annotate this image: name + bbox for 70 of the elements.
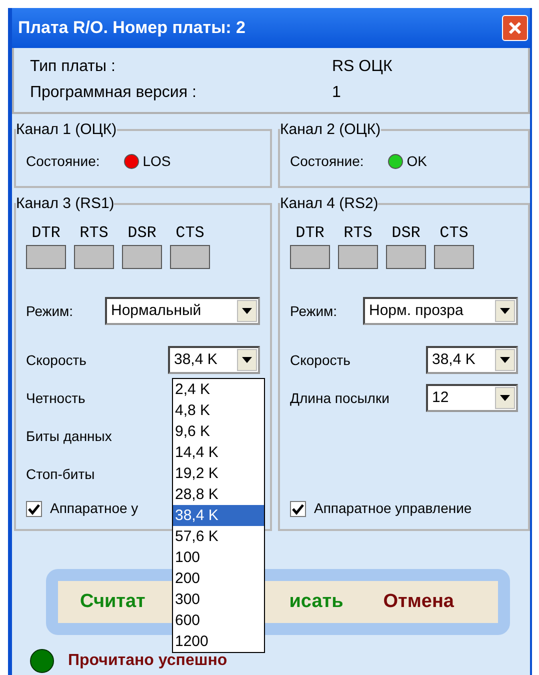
field-label: Скорость: [26, 350, 86, 370]
write-button[interactable]: исать: [289, 588, 344, 616]
caret-icon: [500, 308, 510, 314]
checkbox-label: Аппаратное у: [50, 499, 138, 518]
signal-lamp: [338, 245, 378, 269]
signal-lamp: [170, 245, 210, 269]
dropdown-option[interactable]: 14,4 K: [173, 442, 264, 463]
status-message: Прочитано успешно: [68, 651, 228, 671]
signal-label: DTR: [30, 223, 62, 244]
checkbox[interactable]: [290, 500, 306, 516]
select-field[interactable]: 12: [426, 384, 518, 412]
group-title: Канал 4 (RS2): [280, 196, 378, 211]
info-label: Тип платы :: [30, 57, 116, 77]
select-field[interactable]: 38,4 K: [168, 346, 260, 374]
field-label: Биты данных: [26, 426, 112, 446]
signal-lamp: [26, 245, 66, 269]
dropdown-option[interactable]: 57,6 K: [173, 526, 264, 547]
dropdown-option[interactable]: 100: [173, 547, 264, 568]
dropdown-option[interactable]: 300: [173, 589, 264, 610]
dropdown-option[interactable]: 600: [173, 610, 264, 631]
status-label: Состояние:: [26, 152, 100, 171]
dropdown-option[interactable]: 9,6 K: [173, 421, 264, 442]
info-value: RS ОЦК: [332, 57, 392, 77]
dropdown-option[interactable]: 4,8 K: [173, 400, 264, 421]
cancel-button[interactable]: Отмена: [383, 588, 454, 616]
info-value: 1: [332, 83, 341, 103]
signal-lamp: [434, 245, 474, 269]
read-button[interactable]: Считат: [80, 588, 146, 616]
signal-label: DSR: [390, 223, 422, 244]
signal-label: RTS: [78, 223, 110, 244]
group-title: Канал 2 (ОЦК): [280, 122, 381, 137]
group-title: Канал 3 (RS1): [16, 196, 114, 211]
field-label: Режим:: [290, 302, 338, 320]
field-label: Стоп-биты: [26, 464, 95, 484]
select-field[interactable]: 38,4 K: [426, 346, 518, 374]
window-title: Плата R/O. Номер платы: 2: [18, 17, 246, 40]
signal-lamp: [122, 245, 162, 269]
group-title: Канал 1 (ОЦК): [16, 122, 117, 137]
signal-lamp: [74, 245, 114, 269]
field-label: Четность: [26, 388, 86, 408]
field-label: Длина посылки: [290, 388, 390, 408]
dropdown-option[interactable]: 2,4 K: [173, 379, 264, 400]
dropdown-option[interactable]: 200: [173, 568, 264, 589]
checkbox[interactable]: [26, 500, 42, 516]
signal-label: DSR: [126, 223, 158, 244]
dropdown-option[interactable]: 38,4 K: [173, 505, 264, 526]
status-label: Состояние:: [290, 152, 364, 171]
signal-label: DTR: [294, 223, 326, 244]
info-label: Программная версия :: [30, 83, 198, 103]
signal-label: CTS: [174, 223, 206, 244]
signal-label: CTS: [438, 223, 470, 244]
dropdown-option[interactable]: 1200: [173, 631, 264, 652]
caret-icon: [242, 357, 252, 363]
field-label: Скорость: [290, 350, 350, 370]
select-field[interactable]: Норм. прозра: [363, 297, 518, 325]
caret-icon: [500, 395, 510, 401]
dropdown-option[interactable]: 28,8 K: [173, 484, 264, 505]
close-button[interactable]: [502, 15, 528, 41]
status-text: OK: [406, 152, 427, 171]
caret-icon: [500, 357, 510, 363]
caret-icon: [242, 308, 252, 314]
signal-lamp: [290, 245, 330, 269]
close-icon: [507, 20, 523, 36]
dropdown-option[interactable]: 19,2 K: [173, 463, 264, 484]
checkbox-label: Аппаратное управление: [314, 499, 472, 518]
signal-label: RTS: [342, 223, 374, 244]
signal-lamp: [386, 245, 426, 269]
status-text: LOS: [142, 152, 171, 171]
select-field[interactable]: Нормальный: [105, 297, 260, 325]
field-label: Режим:: [26, 302, 74, 320]
